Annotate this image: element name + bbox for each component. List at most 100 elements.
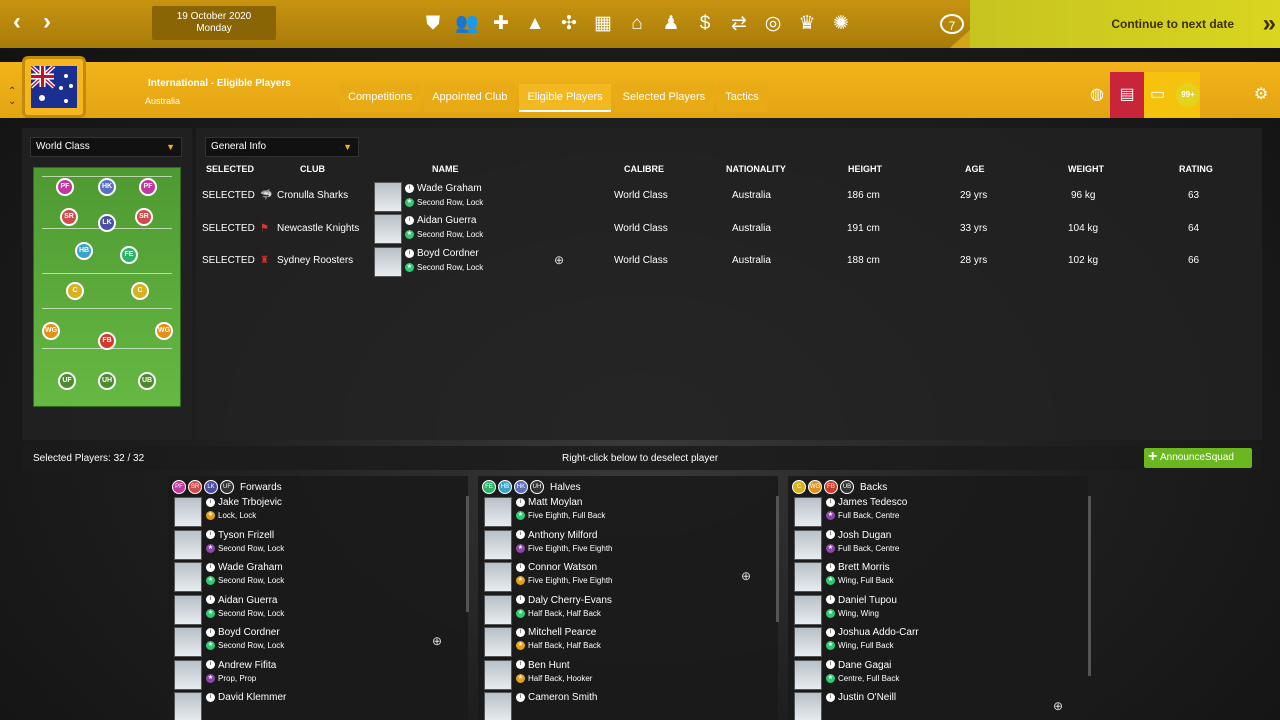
- trophy-icon[interactable]: ♛: [794, 12, 820, 36]
- squad-player-row[interactable]: i Joshua Addo-Carr ★ Wing, Full Back: [792, 626, 1084, 657]
- position-marker[interactable]: UB: [138, 372, 156, 390]
- info-icon[interactable]: i: [206, 660, 215, 670]
- squad-player-row[interactable]: i Matt Moylan ★ Five Eighth, Full Back: [482, 496, 774, 527]
- position-marker[interactable]: PF: [139, 178, 157, 196]
- info-icon[interactable]: i: [516, 530, 525, 540]
- home-icon[interactable]: ⌂: [624, 12, 650, 36]
- calendar-icon[interactable]: ▦: [590, 12, 616, 36]
- player-name[interactable]: Connor Watson: [528, 562, 597, 573]
- squad-player-row[interactable]: i Andrew Fifita ★ Prop, Prop: [172, 659, 464, 690]
- squad-player-row[interactable]: i Cameron Smith: [482, 691, 774, 720]
- position-marker[interactable]: PF: [56, 178, 74, 196]
- club-cell[interactable]: Cronulla Sharks: [277, 190, 348, 201]
- tab-tactics[interactable]: Tactics: [717, 84, 767, 112]
- shield-icon[interactable]: ⛊: [420, 12, 446, 36]
- position-marker[interactable]: FB: [98, 332, 116, 350]
- player-name[interactable]: Andrew Fifita: [218, 660, 276, 671]
- squad-player-row[interactable]: i Ben Hunt ★ Half Back, Hooker: [482, 659, 774, 690]
- player-name[interactable]: Joshua Addo-Carr: [838, 627, 919, 638]
- player-name[interactable]: Matt Moylan: [528, 497, 582, 508]
- calibre-dropdown[interactable]: World Class ▼: [30, 137, 182, 157]
- position-marker[interactable]: LK: [98, 214, 116, 232]
- player-name[interactable]: Boyd Cordner: [417, 248, 479, 259]
- tab-appointed-club[interactable]: Appointed Club: [424, 84, 516, 112]
- player-name[interactable]: Jake Trbojevic: [218, 497, 282, 508]
- tab-selected-players[interactable]: Selected Players: [614, 84, 714, 112]
- info-icon[interactable]: i: [516, 660, 525, 670]
- player-name[interactable]: David Klemmer: [218, 692, 286, 703]
- squad-player-row[interactable]: i Dane Gagai ★ Centre, Full Back: [792, 659, 1084, 690]
- info-icon[interactable]: i: [206, 627, 215, 637]
- squad-player-row[interactable]: i James Tedesco ★ Full Back, Centre: [792, 496, 1084, 527]
- notifications-badge[interactable]: 7: [940, 14, 964, 34]
- player-name[interactable]: Dane Gagai: [838, 660, 891, 671]
- column-header[interactable]: AGE: [965, 164, 985, 174]
- player-name[interactable]: Boyd Cordner: [218, 627, 280, 638]
- player-name[interactable]: Wade Graham: [218, 562, 283, 573]
- announce-squad-button[interactable]: + AnnounceSquad: [1144, 448, 1252, 468]
- info-icon[interactable]: i: [826, 562, 835, 572]
- tab-eligible-players[interactable]: Eligible Players: [519, 84, 611, 112]
- column-header[interactable]: NAME: [432, 164, 459, 174]
- info-icon[interactable]: i: [516, 627, 525, 637]
- player-name[interactable]: Justin O'Neill: [838, 692, 896, 703]
- squad-player-row[interactable]: i Justin O'Neill: [792, 691, 1084, 720]
- squad-player-row[interactable]: i Tyson Frizell ★ Second Row, Lock: [172, 529, 464, 560]
- squad-player-row[interactable]: i Josh Dugan ★ Full Back, Centre: [792, 529, 1084, 560]
- column-header[interactable]: CALIBRE: [624, 164, 664, 174]
- info-icon[interactable]: i: [826, 530, 835, 540]
- continue-arrow-icon[interactable]: »: [1263, 10, 1277, 38]
- club-icon[interactable]: ✺: [828, 12, 854, 36]
- squad-player-row[interactable]: i Mitchell Pearce ★ Half Back, Half Back: [482, 626, 774, 657]
- tab-competitions[interactable]: Competitions: [340, 84, 421, 112]
- squad-player-row[interactable]: i Jake Trbojevic ★ Lock, Lock: [172, 496, 464, 527]
- player-name[interactable]: Josh Dugan: [838, 530, 891, 541]
- club-cell[interactable]: Sydney Roosters: [277, 255, 353, 266]
- player-name[interactable]: Ben Hunt: [528, 660, 570, 671]
- squad-player-row[interactable]: i Wade Graham ★ Second Row, Lock: [172, 561, 464, 592]
- info-icon[interactable]: i: [206, 497, 215, 507]
- info-icon[interactable]: i: [516, 562, 525, 572]
- player-name[interactable]: Mitchell Pearce: [528, 627, 596, 638]
- position-marker[interactable]: UF: [58, 372, 76, 390]
- tactics-icon[interactable]: ✣: [556, 12, 582, 36]
- position-marker[interactable]: FE: [120, 246, 138, 264]
- info-icon[interactable]: i: [516, 692, 525, 702]
- player-name[interactable]: Brett Morris: [838, 562, 890, 573]
- info-icon[interactable]: i: [516, 497, 525, 507]
- globe-icon[interactable]: ◍: [1080, 72, 1114, 118]
- info-icon[interactable]: i: [826, 595, 835, 605]
- info-icon[interactable]: i: [826, 660, 835, 670]
- column-header[interactable]: CLUB: [300, 164, 325, 174]
- position-marker[interactable]: HB: [75, 242, 93, 260]
- back-button[interactable]: ‹: [6, 10, 28, 36]
- player-name[interactable]: Aidan Guerra: [218, 595, 277, 606]
- player-name[interactable]: Tyson Frizell: [218, 530, 274, 541]
- info-icon[interactable]: i: [826, 692, 835, 702]
- squad-player-row[interactable]: i Connor Watson ★ Five Eighth, Five Eighth: [482, 561, 774, 592]
- view-dropdown[interactable]: General Info ▼: [205, 137, 359, 157]
- info-icon[interactable]: i: [206, 595, 215, 605]
- player-name[interactable]: Cameron Smith: [528, 692, 597, 703]
- club-cell[interactable]: Newcastle Knights: [277, 223, 359, 234]
- player-name[interactable]: Daly Cherry-Evans: [528, 595, 612, 606]
- column-header[interactable]: WEIGHT: [1068, 164, 1104, 174]
- scrollbar[interactable]: [1088, 496, 1091, 676]
- squad-player-row[interactable]: i David Klemmer: [172, 691, 464, 720]
- position-marker[interactable]: SR: [60, 208, 78, 226]
- column-header[interactable]: HEIGHT: [848, 164, 882, 174]
- column-header[interactable]: SELECTED: [206, 164, 254, 174]
- squad-player-row[interactable]: i Anthony Milford ★ Five Eighth, Five Eight…: [482, 529, 774, 560]
- scrollbar[interactable]: [466, 496, 469, 612]
- staff-icon[interactable]: ♟: [658, 12, 684, 36]
- squad-player-row[interactable]: i Boyd Cordner ★ Second Row, Lock: [172, 626, 464, 657]
- position-marker[interactable]: HK: [98, 178, 116, 196]
- position-marker[interactable]: C: [66, 282, 84, 300]
- squad-icon[interactable]: 👥: [454, 12, 480, 36]
- info-icon[interactable]: i: [405, 248, 414, 258]
- position-marker[interactable]: WG: [42, 322, 60, 340]
- position-marker[interactable]: UH: [98, 372, 116, 390]
- info-icon[interactable]: i: [206, 530, 215, 540]
- squad-player-row[interactable]: i Daniel Tupou ★ Wing, Wing: [792, 594, 1084, 625]
- info-icon[interactable]: i: [826, 497, 835, 507]
